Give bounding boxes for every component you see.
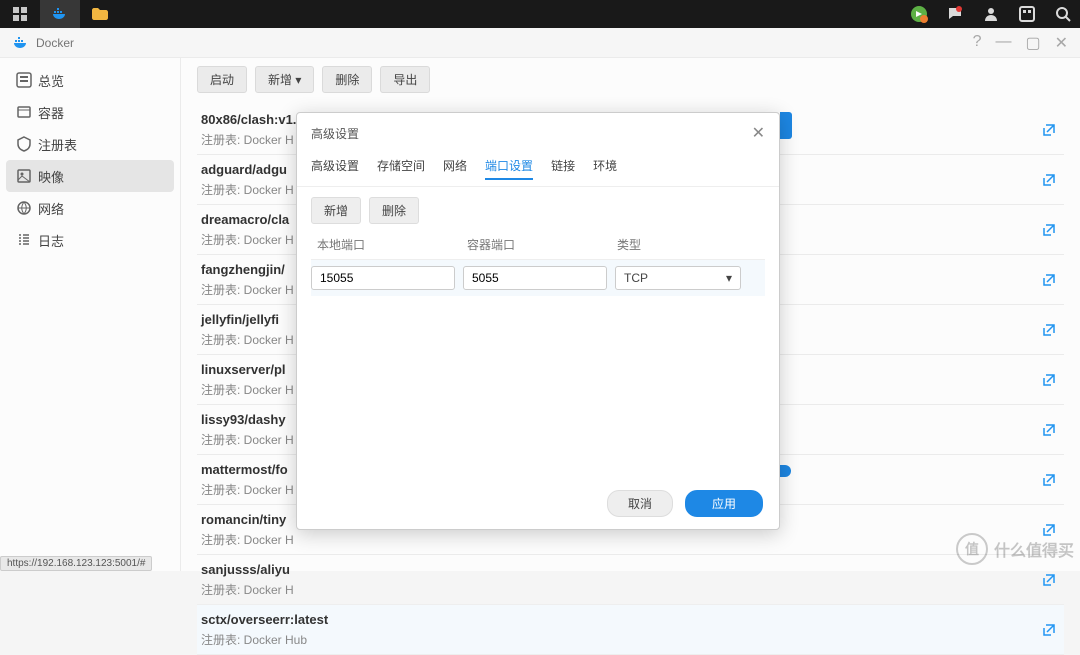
type-value: TCP <box>624 271 648 285</box>
image-name: sctx/overseerr:latest <box>201 612 328 627</box>
modal-close-icon[interactable]: ✕ <box>752 123 765 143</box>
container-port-input[interactable] <box>463 266 607 290</box>
image-row[interactable]: sctx/overseerr:latest 注册表: Docker Hub <box>197 605 1064 655</box>
modal-tabs: 高级设置存储空间网络端口设置链接环境 <box>297 153 779 187</box>
port-delete-button[interactable]: 删除 <box>369 197 419 224</box>
port-table: 本地端口 容器端口 类型 TCP ▾ <box>297 230 779 296</box>
apply-button[interactable]: 应用 <box>685 490 763 517</box>
chevron-down-icon: ▾ <box>726 271 732 285</box>
port-row[interactable]: TCP ▾ <box>311 260 765 296</box>
col-container-port: 容器端口 <box>467 236 617 253</box>
advanced-settings-modal: 高级设置 ✕ 高级设置存储空间网络端口设置链接环境 新增 删除 本地端口 容器端… <box>296 112 780 530</box>
modal-tab[interactable]: 存储空间 <box>377 153 425 180</box>
modal-tab[interactable]: 链接 <box>551 153 575 180</box>
modal-footer: 取消 应用 <box>297 478 779 529</box>
image-registry: 注册表: Docker Hub <box>201 631 1060 648</box>
port-table-header: 本地端口 容器端口 类型 <box>311 230 765 260</box>
watermark: 值 什么值得买 <box>956 533 1074 565</box>
open-link-icon[interactable] <box>1042 573 1056 587</box>
status-url: https://192.168.123.123:5001/# <box>0 556 152 571</box>
modal-tab[interactable]: 端口设置 <box>485 153 533 180</box>
modal-title: 高级设置 <box>311 125 359 142</box>
modal-overlay: 高级设置 ✕ 高级设置存储空间网络端口设置链接环境 新增 删除 本地端口 容器端… <box>0 0 1080 571</box>
col-type: 类型 <box>617 236 759 253</box>
watermark-text: 什么值得买 <box>994 537 1074 561</box>
modal-tab[interactable]: 网络 <box>443 153 467 180</box>
modal-header: 高级设置 ✕ <box>297 113 779 153</box>
cancel-button[interactable]: 取消 <box>607 490 673 517</box>
modal-toolbar: 新增 删除 <box>297 187 779 230</box>
local-port-input[interactable] <box>311 266 455 290</box>
port-add-button[interactable]: 新增 <box>311 197 361 224</box>
col-local-port: 本地端口 <box>317 236 467 253</box>
watermark-icon: 值 <box>956 533 988 565</box>
image-registry: 注册表: Docker H <box>201 581 1060 598</box>
modal-tab[interactable]: 环境 <box>593 153 617 180</box>
type-select[interactable]: TCP ▾ <box>615 266 741 290</box>
open-link-icon[interactable] <box>1042 623 1056 637</box>
modal-tab[interactable]: 高级设置 <box>311 153 359 180</box>
